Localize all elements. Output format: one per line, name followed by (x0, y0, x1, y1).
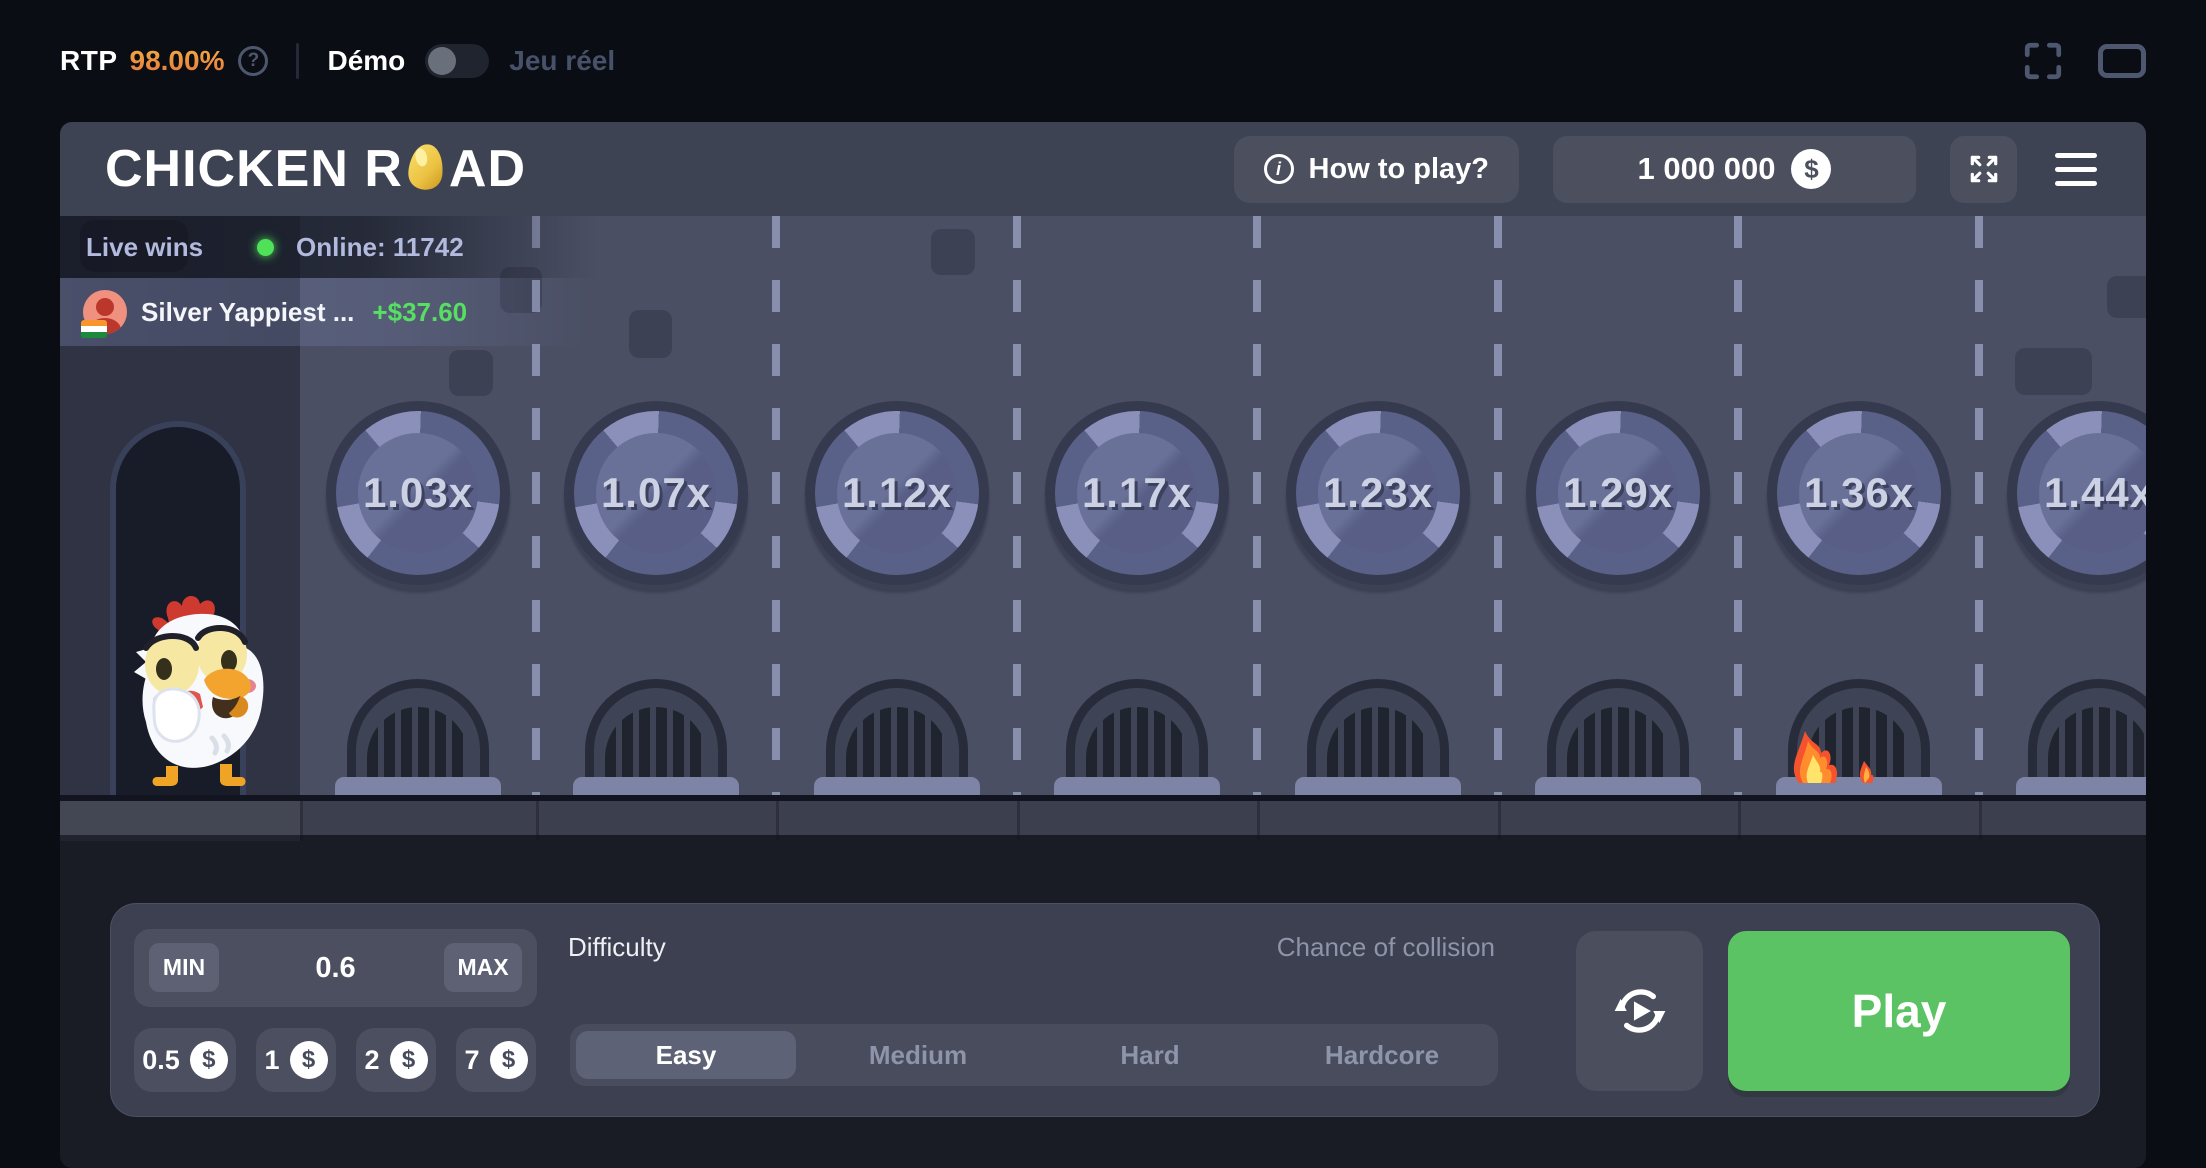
multiplier-token: 1.36x (1767, 401, 1951, 585)
divider (296, 43, 299, 79)
difficulty-label: Difficulty (568, 932, 666, 963)
autoplay-icon (1611, 982, 1669, 1040)
sewer-grate-icon (335, 679, 501, 795)
multiplier-value: 1.44x (2044, 469, 2146, 517)
toggle-knob (428, 47, 456, 75)
live-wins-title: Live wins (86, 232, 203, 263)
chip-0.5-button[interactable]: 0.5 $ (134, 1028, 236, 1092)
player-name: Silver Yappiest ... (141, 297, 354, 328)
game-logo: CHICKEN R AD (105, 139, 526, 199)
tab-medium[interactable]: Medium (808, 1031, 1028, 1079)
curb-strip (60, 795, 2146, 835)
chicken-character (115, 588, 277, 795)
tab-easy[interactable]: Easy (576, 1031, 796, 1079)
help-icon[interactable]: ? (238, 46, 268, 76)
demo-mode-label: Démo (327, 45, 405, 77)
online-dot-icon (257, 239, 274, 256)
how-to-play-label: How to play? (1309, 153, 1489, 186)
lane-7: 1.36x (1739, 216, 1979, 795)
chip-1-button[interactable]: 1 $ (256, 1028, 336, 1092)
difficulty-tabs: Easy Medium Hard Hardcore (570, 1024, 1498, 1086)
sewer-grate-icon (1054, 679, 1220, 795)
min-bet-button[interactable]: MIN (149, 943, 219, 992)
sewer-grate-icon (2016, 679, 2146, 795)
multiplier-token: 1.23x (1286, 401, 1470, 585)
chip-label: 7 (464, 1045, 479, 1076)
game-header: CHICKEN R AD i How to play? (60, 122, 2146, 216)
logo-text-post: AD (449, 139, 526, 199)
player-avatar (83, 290, 127, 334)
multiplier-value: 1.12x (842, 469, 952, 517)
win-amount: +$37.60 (372, 297, 467, 328)
play-button[interactable]: Play (1728, 931, 2070, 1091)
autoplay-button[interactable] (1576, 931, 1703, 1091)
lane-3: 1.12x (777, 216, 1017, 795)
play-label: Play (1852, 984, 1947, 1038)
multiplier-value: 1.36x (1804, 469, 1914, 517)
chip-2-button[interactable]: 2 $ (356, 1028, 436, 1092)
multiplier-token: 1.17x (1045, 401, 1229, 585)
demo-real-toggle[interactable] (425, 44, 489, 78)
multiplier-value: 1.29x (1563, 469, 1673, 517)
tab-hard[interactable]: Hard (1040, 1031, 1260, 1079)
india-flag-icon (81, 320, 107, 338)
multiplier-token: 1.29x (1526, 401, 1710, 585)
sewer-grate-icon (1535, 679, 1701, 795)
chip-7-button[interactable]: 7 $ (456, 1028, 536, 1092)
chip-label: 2 (364, 1045, 379, 1076)
dollar-coin-icon: $ (1791, 149, 1831, 189)
bet-amount-box: MIN 0.6 MAX (134, 929, 537, 1007)
multiplier-token: 1.03x (326, 401, 510, 585)
sewer-grate-icon (814, 679, 980, 795)
fire-icon (1777, 719, 1897, 783)
tab-hardcore[interactable]: Hardcore (1272, 1031, 1492, 1079)
expand-arrows-icon (1967, 152, 2001, 186)
chip-label: 1 (264, 1045, 279, 1076)
multiplier-value: 1.03x (363, 469, 473, 517)
theater-mode-icon[interactable] (2098, 44, 2146, 78)
logo-text-pre: CHICKEN R (105, 139, 403, 199)
multiplier-token: 1.44x (2007, 401, 2146, 585)
dollar-coin-icon: $ (490, 1041, 528, 1079)
online-count: Online: 11742 (296, 232, 464, 263)
lane-8: 1.44x (1979, 216, 2146, 795)
game-widget: CHICKEN R AD i How to play? (60, 122, 2146, 1168)
game-board: 1.03x 1.07x 1.12x 1.17x 1.23x 1.29x (60, 216, 2146, 795)
live-win-entry: Silver Yappiest ... +$37.60 (60, 278, 620, 346)
control-panel: MIN 0.6 MAX 0.5 $ 1 $ 2 $ 7 (110, 903, 2100, 1117)
lane-5: 1.23x (1258, 216, 1498, 795)
real-mode-label: Jeu réel (509, 45, 615, 77)
multiplier-value: 1.17x (1082, 469, 1192, 517)
chance-of-collision-label: Chance of collision (1277, 932, 1495, 963)
dollar-coin-icon: $ (190, 1041, 228, 1079)
multiplier-value: 1.07x (601, 469, 711, 517)
dollar-coin-icon: $ (390, 1041, 428, 1079)
menu-icon[interactable] (2051, 149, 2101, 190)
multiplier-value: 1.23x (1323, 469, 1433, 517)
chip-label: 0.5 (142, 1045, 180, 1076)
expand-button[interactable] (1950, 136, 2017, 203)
sewer-grate-icon (573, 679, 739, 795)
quick-bet-chips: 0.5 $ 1 $ 2 $ 7 $ (134, 1028, 536, 1092)
dollar-coin-icon: $ (290, 1041, 328, 1079)
lane-6: 1.29x (1498, 216, 1738, 795)
golden-egg-icon (403, 140, 448, 194)
rtp-value: 98.00% (130, 45, 225, 77)
balance-value: 1 000 000 (1638, 151, 1776, 187)
live-wins-bar: Live wins Online: 11742 (60, 216, 620, 278)
lane-4: 1.17x (1017, 216, 1257, 795)
page: RTP 98.00% ? Démo Jeu réel CHICKEN R (0, 0, 2206, 1168)
how-to-play-button[interactable]: i How to play? (1234, 136, 1519, 203)
sewer-grate-icon (1295, 679, 1461, 795)
multiplier-token: 1.07x (564, 401, 748, 585)
balance-display: 1 000 000 $ (1553, 136, 1916, 203)
top-bar: RTP 98.00% ? Démo Jeu réel (0, 0, 2206, 122)
fullscreen-icon[interactable] (2022, 40, 2064, 82)
multiplier-token: 1.12x (805, 401, 989, 585)
info-icon: i (1264, 154, 1294, 184)
max-bet-button[interactable]: MAX (444, 943, 522, 992)
rtp-label: RTP (60, 45, 118, 77)
